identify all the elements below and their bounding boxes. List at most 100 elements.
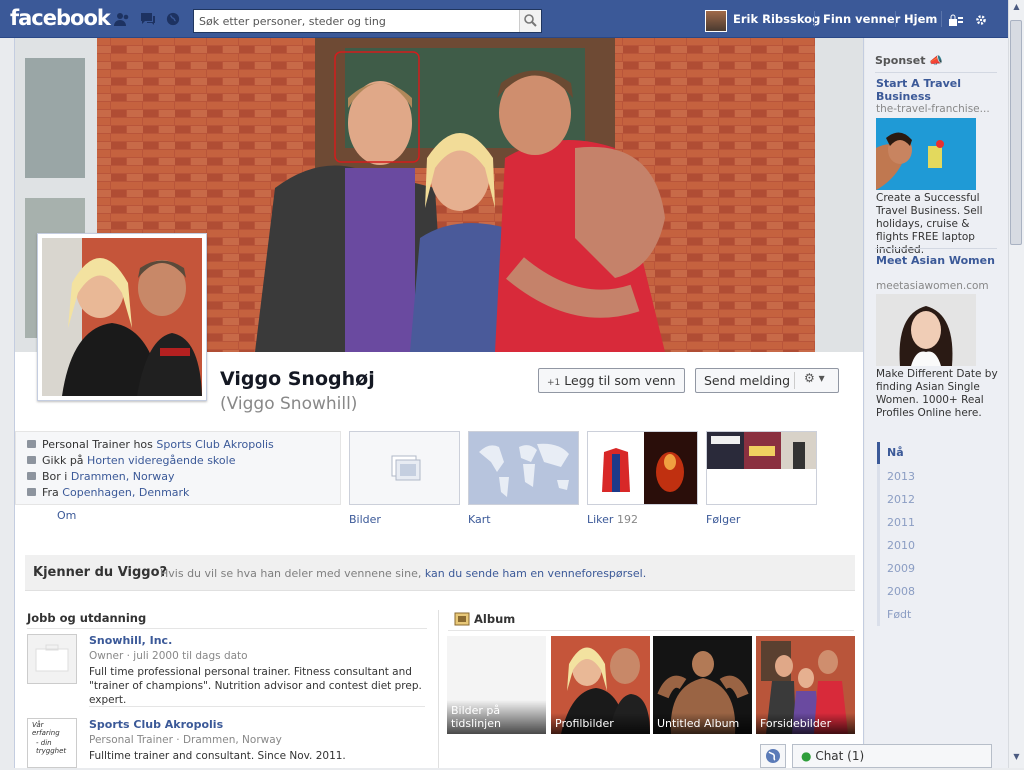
likes-count: 192 [616,513,638,526]
info-work-link[interactable]: Sports Club Akropolis [156,438,273,451]
friend-requests-icon[interactable] [114,12,130,26]
album-caption: Forsidebilder [756,713,855,734]
megaphone-icon: 📣 [929,54,943,67]
settings-gear-icon[interactable] [975,14,987,26]
search-button[interactable] [519,10,541,32]
photos-icon [391,455,421,481]
notifications-globe-icon[interactable] [165,12,181,26]
ad-title-link[interactable]: Start A Travel Business [876,77,996,103]
search-box[interactable] [193,9,542,33]
photos-tile[interactable] [349,431,460,505]
job-title-link[interactable]: Snowhill, Inc. [89,634,172,647]
add-friend-label: Legg til som venn [564,373,676,388]
map-tile[interactable] [468,431,579,505]
info-from: Fra Copenhagen, Denmark [27,486,189,499]
ad-body[interactable]: Make Different Date by finding Asian Sin… [876,368,1000,420]
search-icon [524,14,537,27]
job-title-link[interactable]: Sports Club Akropolis [89,718,223,731]
ad-title-link[interactable]: Meet Asian Women [876,254,996,267]
profile-picture[interactable] [37,233,207,401]
user-name-link[interactable]: Erik Ribsskog [733,12,820,26]
likes-text: Liker [587,513,614,526]
scroll-up-arrow-icon[interactable]: ▲ [1010,2,1023,16]
know-user-question: Kjenner du Viggo? [33,565,168,580]
globe-icon [766,749,780,763]
know-user-text: Hvis du vil se hva han deler med vennene… [160,567,646,580]
year-link-now[interactable]: Nå [887,446,904,459]
facebook-logo[interactable]: facebook [10,6,111,30]
add-friend-button[interactable]: +1 Legg til som venn [538,368,685,393]
send-message-button[interactable]: Send melding ⚙ ▾ [695,368,839,393]
messages-icon[interactable] [140,12,156,26]
info-school-link[interactable]: Horten videregående skole [87,454,235,467]
nav-divider [814,11,815,27]
info-work: Personal Trainer hos Sports Club Akropol… [27,438,274,451]
likes-tile[interactable] [587,431,698,505]
year-link-2008[interactable]: 2008 [887,585,915,598]
info-school-text: Gikk på [42,454,84,467]
likes-label[interactable]: Liker 192 [587,513,638,526]
job-subtitle: Personal Trainer · Drammen, Norway [89,734,282,746]
year-link-born[interactable]: Født [887,608,911,621]
job-description: Full time professional personal trainer.… [89,666,422,706]
gear-dropdown-icon[interactable]: ⚙ ▾ [804,371,825,385]
year-link-2009[interactable]: 2009 [887,562,915,575]
privacy-shortcuts-icon[interactable] [949,14,963,26]
map-label[interactable]: Kart [468,513,491,526]
about-link[interactable]: Om [57,509,76,522]
world-map-icon [479,443,569,497]
logo-text-2: - din trygghet [36,739,67,755]
profile-alternate-name: (Viggo Snowhill) [220,394,358,414]
follows-tile[interactable] [706,431,817,505]
graduation-cap-icon [27,456,36,464]
year-link-2010[interactable]: 2010 [887,539,915,552]
sidebar-divider [875,72,997,73]
briefcase-icon [27,440,36,448]
album-timeline-photos[interactable]: Bilder på tidslinjen [447,636,546,734]
profile-name: Viggo Snoghøj [220,368,375,390]
nav-divider [941,11,942,27]
likes-images [588,432,697,504]
scroll-down-arrow-icon[interactable]: ▼ [1010,752,1023,766]
search-input[interactable] [194,10,514,32]
info-from-text: Fra [42,486,59,499]
home-link[interactable]: Hjem [904,12,937,26]
follows-label[interactable]: Følger [706,513,740,526]
ad-image[interactable] [876,118,976,190]
album-cover-photos[interactable]: Forsidebilder [756,636,855,734]
job-entry: Snowhill, Inc. Owner · juli 2000 til dag… [27,634,427,706]
ad-url[interactable]: meetasiawomen.com [876,280,989,292]
chat-options-button[interactable] [760,744,786,768]
job-entry: Vår erfaring - din trygghet Sports Club … [27,718,427,768]
intro-box: Personal Trainer hos Sports Club Akropol… [15,431,341,505]
find-friends-link[interactable]: Finn venner [823,12,900,26]
user-avatar[interactable] [705,10,727,32]
year-link-2013[interactable]: 2013 [887,470,915,483]
photos-label[interactable]: Bilder [349,513,381,526]
sponsored-heading: Sponset 📣 [875,54,943,67]
house-icon [27,472,36,480]
scrollbar-thumb[interactable] [1010,20,1022,245]
job-divider [89,706,425,707]
top-bar: facebook Erik Ribsskog Finn venner Hjem [0,0,1008,38]
chat-tab[interactable]: ● Chat (1) [792,744,992,768]
sports-club-logo: Vår erfaring - din trygghet [27,718,77,768]
album-caption: Untitled Album [653,713,752,734]
add-friend-icon: +1 [547,378,561,388]
send-friend-request-link[interactable]: kan du sende ham en venneforespørsel. [425,567,646,580]
work-education-heading: Jobb og utdanning [27,611,147,625]
album-profile-pictures[interactable]: Profilbilder [551,636,650,734]
profile-picture-image [42,238,202,396]
album-untitled[interactable]: Untitled Album [653,636,752,734]
job-description: Fulltime trainer and consultant. Since N… [89,750,346,762]
ad-url[interactable]: the-travel-franchise... [876,103,990,115]
timeline-scrubber-track [877,442,880,626]
ad-image[interactable] [876,294,976,366]
online-status-icon: ● [801,749,812,763]
year-link-2011[interactable]: 2011 [887,516,915,529]
info-lives-link[interactable]: Drammen, Norway [71,470,175,483]
year-link-2012[interactable]: 2012 [887,493,915,506]
timeline-page: Viggo Snoghøj (Viggo Snowhill) +1 Legg t… [14,38,864,768]
logo-text-1: Vår erfaring [32,721,60,737]
info-from-link[interactable]: Copenhagen, Denmark [62,486,189,499]
